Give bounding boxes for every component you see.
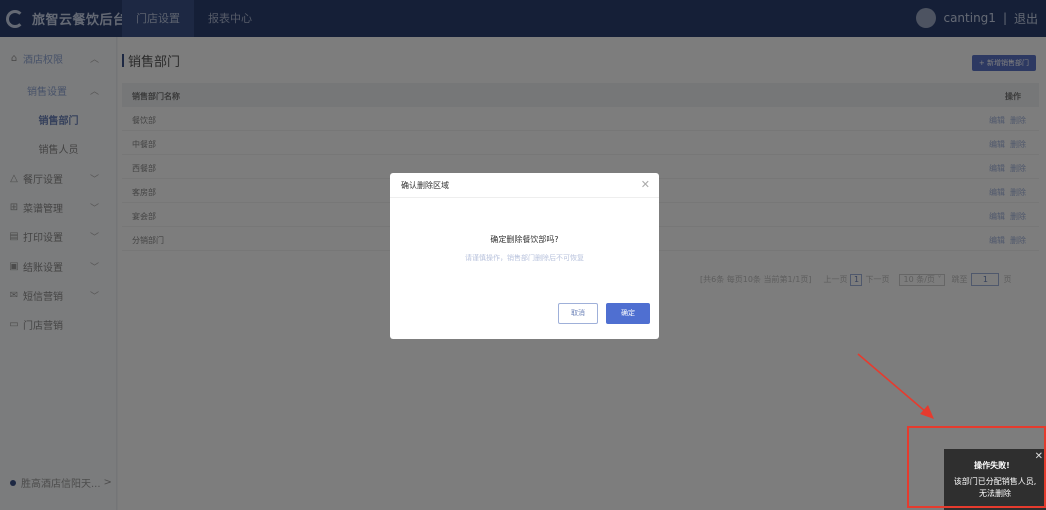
close-icon[interactable]: ✕ (641, 178, 650, 191)
delete-confirm-dialog: 确认删除区域 ✕ 确定删除餐饮部吗? 请谨慎操作，销售部门删除后不可恢复 取消 … (390, 173, 659, 339)
dialog-title: 确认删除区域 (401, 181, 449, 190)
dialog-hint: 请谨慎操作，销售部门删除后不可恢复 (465, 254, 584, 262)
dialog-divider (390, 197, 659, 198)
annotation-highlight-box (907, 426, 1046, 508)
confirm-button[interactable]: 确定 (606, 303, 650, 324)
cancel-button[interactable]: 取消 (558, 303, 598, 324)
dialog-question: 确定删除餐饮部吗? (490, 235, 559, 244)
